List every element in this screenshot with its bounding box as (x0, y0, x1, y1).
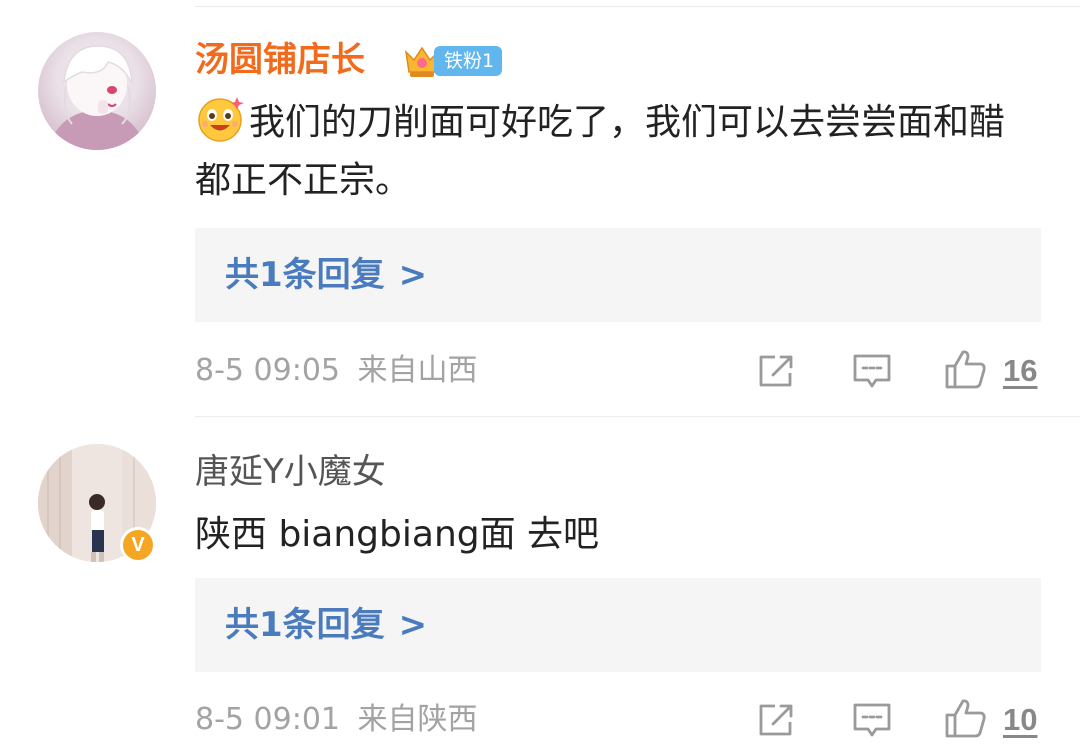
timestamp: 8-5 09:05 (195, 353, 340, 388)
username[interactable]: 汤圆铺店长 (195, 38, 365, 82)
like-count[interactable]: 10 (1003, 700, 1037, 740)
verified-icon: V (120, 527, 156, 563)
comment-meta: 8-5 09:05 来自山西 (195, 351, 478, 391)
fan-badge: 铁粉1 (434, 46, 503, 76)
chevron-right-icon: > (398, 255, 428, 295)
like-count[interactable]: 16 (1003, 351, 1037, 391)
share-icon[interactable] (757, 351, 797, 391)
comment-text-wrapper: 我们的刀削面可好吃了，我们可以去尝尝面和醋都正不正宗。 (195, 94, 1035, 210)
comment-meta: 8-5 09:01 来自陕西 (195, 700, 478, 740)
reply-count-link[interactable]: 共1条回复 (225, 255, 385, 295)
like-icon[interactable] (944, 696, 988, 740)
comment-text: 陕西 biangbiang面 去吧 (195, 514, 600, 555)
like-icon[interactable] (944, 347, 988, 391)
share-icon[interactable] (757, 700, 797, 740)
reply-count-link[interactable]: 共1条回复 (225, 605, 385, 645)
reply-summary[interactable]: 共1条回复 > (195, 578, 1041, 672)
top-divider (195, 6, 1080, 7)
comment-icon[interactable] (852, 351, 892, 391)
comment-text: 我们的刀削面可好吃了，我们可以去尝尝面和醋都正不正宗。 (195, 102, 1006, 201)
reply-summary[interactable]: 共1条回复 > (195, 228, 1041, 322)
comment-divider (195, 416, 1080, 417)
username[interactable]: 唐延Y小魔女 (195, 450, 386, 494)
location: 来自山西 (357, 353, 478, 388)
emoji-icon (198, 97, 244, 142)
location: 来自陕西 (357, 702, 478, 737)
comment-icon[interactable] (852, 700, 892, 740)
timestamp: 8-5 09:01 (195, 702, 340, 737)
avatar[interactable] (38, 32, 156, 150)
chevron-right-icon: > (398, 605, 428, 645)
